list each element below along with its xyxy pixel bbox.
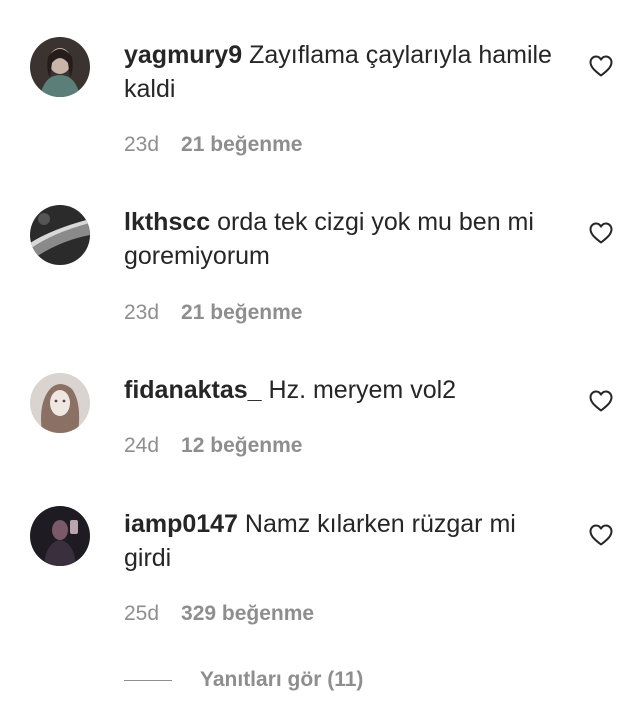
- heart-outline-icon: [589, 55, 613, 77]
- comment-body: lkthscc orda tek cizgi yok mu ben mi gor…: [124, 205, 564, 273]
- like-button[interactable]: [588, 523, 614, 547]
- comment-time: 23d: [124, 301, 160, 324]
- comment-body: fidanaktas_ Hz. meryem vol2: [124, 373, 564, 407]
- comment-time: 24d: [124, 434, 160, 457]
- avatar[interactable]: [30, 506, 90, 566]
- comment-username[interactable]: fidanaktas_: [124, 376, 262, 404]
- comment-meta: 25d 329 beğenme: [124, 601, 314, 627]
- heart-outline-icon: [589, 390, 613, 412]
- comment-username[interactable]: iamp0147: [124, 510, 238, 538]
- comment-body: iamp0147 Namz kılarken rüzgar mi girdi: [124, 507, 564, 575]
- avatar[interactable]: [30, 373, 90, 433]
- comment-meta: 23d 21 beğenme: [124, 132, 302, 158]
- comment-like-count[interactable]: 21 beğenme: [181, 300, 302, 326]
- avatar-image: [30, 506, 90, 566]
- avatar-image: [30, 37, 90, 97]
- comment-time: 23d: [124, 133, 160, 156]
- view-replies-button[interactable]: Yanıtları gör (11): [124, 668, 363, 694]
- comment-meta: 23d 21 beğenme: [124, 300, 302, 326]
- comment-like-count[interactable]: 12 beğenme: [181, 433, 302, 459]
- replies-divider-line: [124, 679, 172, 681]
- comment-username[interactable]: yagmury9: [124, 41, 242, 69]
- avatar[interactable]: [30, 37, 90, 97]
- comment-time: 25d: [124, 602, 160, 625]
- avatar[interactable]: [30, 205, 90, 265]
- avatar-image: [30, 373, 90, 433]
- avatar-image: [30, 205, 90, 265]
- comment-text: Hz. meryem vol2: [268, 376, 457, 404]
- comment-like-count[interactable]: 329 beğenme: [181, 601, 314, 627]
- comment-meta: 24d 12 beğenme: [124, 433, 302, 459]
- heart-outline-icon: [589, 222, 613, 244]
- comment-body: yagmury9 Zayıflama çaylarıyla hamile kal…: [124, 38, 564, 106]
- heart-outline-icon: [589, 524, 613, 546]
- view-replies-label[interactable]: Yanıtları gör (11): [200, 668, 363, 692]
- comment-username[interactable]: lkthscc: [124, 208, 210, 236]
- like-button[interactable]: [588, 389, 614, 413]
- like-button[interactable]: [588, 54, 614, 78]
- comment-like-count[interactable]: 21 beğenme: [181, 132, 302, 158]
- like-button[interactable]: [588, 221, 614, 245]
